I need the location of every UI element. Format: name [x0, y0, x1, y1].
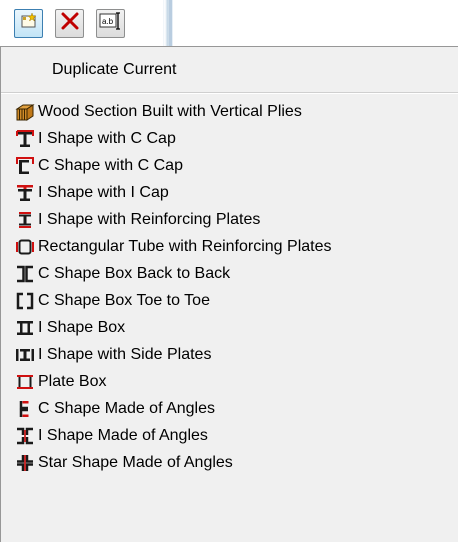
delete-x-icon	[60, 11, 80, 36]
rectangular-tube-icon	[15, 237, 35, 257]
menu-item-label: Rectangular Tube with Reinforcing Plates	[38, 238, 332, 255]
menu-item-label: I Shape with I Cap	[38, 184, 169, 201]
i-shape-reinforcing-plates-icon	[15, 210, 35, 230]
menu-item-label: Plate Box	[38, 373, 107, 390]
menu-item-label: I Shape with C Cap	[38, 130, 176, 147]
menu-item-label: I Shape Box	[38, 319, 126, 336]
wood-section-icon	[15, 102, 35, 122]
menu-item-c-box-toe-to-toe[interactable]: C Shape Box Toe to Toe	[1, 288, 458, 314]
menu-item-plate-box[interactable]: Plate Box	[1, 369, 458, 395]
i-shape-i-cap-icon	[15, 183, 35, 203]
menu-item-i-shape-side-plates[interactable]: I Shape with Side Plates	[1, 342, 458, 368]
rename-glyph: a.b	[102, 17, 114, 26]
menu-item-wood-section[interactable]: Wood Section Built with Vertical Plies	[1, 99, 458, 125]
i-shape-side-plates-icon	[15, 345, 35, 365]
c-box-toe-to-toe-icon	[15, 291, 35, 311]
i-shape-box-icon	[15, 318, 35, 338]
toolbar-separator-line	[169, 0, 172, 46]
menu-item-label: C Shape Box Back to Back	[38, 265, 231, 282]
menu-item-c-box-back-to-back[interactable]: C Shape Box Back to Back	[1, 261, 458, 287]
menu-item-label: I Shape with Side Plates	[38, 346, 212, 363]
toolbar: a.b	[0, 0, 458, 46]
menu-separator-highlight	[1, 93, 458, 94]
new-section-icon	[19, 12, 39, 35]
menu-item-star-shape-angles[interactable]: Star Shape Made of Angles	[1, 450, 458, 476]
rename-button[interactable]: a.b	[96, 9, 125, 38]
menu-item-label: I Shape Made of Angles	[38, 427, 208, 444]
c-box-back-to-back-icon	[15, 264, 35, 284]
menu-item-c-shape-angles[interactable]: C Shape Made of Angles	[1, 396, 458, 422]
menu-item-label: C Shape with C Cap	[38, 157, 183, 174]
new-section-button[interactable]	[14, 9, 43, 38]
plate-box-icon	[15, 372, 35, 392]
i-shape-c-cap-icon	[15, 129, 35, 149]
menu-item-label: C Shape Box Toe to Toe	[38, 292, 210, 309]
menu-item-label: I Shape with Reinforcing Plates	[38, 211, 261, 228]
delete-button[interactable]	[55, 9, 84, 38]
menu-item-i-shape-i-cap[interactable]: I Shape with I Cap	[1, 180, 458, 206]
menu-item-label: Wood Section Built with Vertical Plies	[38, 103, 302, 120]
rename-text-icon: a.b	[99, 11, 123, 36]
menu-item-duplicate-current[interactable]: Duplicate Current	[1, 55, 458, 85]
menu-item-label: Star Shape Made of Angles	[38, 454, 233, 471]
menu-item-label: C Shape Made of Angles	[38, 400, 216, 417]
menu-item-i-shape-box[interactable]: I Shape Box	[1, 315, 458, 341]
menu-item-c-shape-c-cap[interactable]: C Shape with C Cap	[1, 153, 458, 179]
menu-item-i-shape-c-cap[interactable]: I Shape with C Cap	[1, 126, 458, 152]
menu-item-i-shape-angles[interactable]: I Shape Made of Angles	[1, 423, 458, 449]
menu-item-rectangular-tube[interactable]: Rectangular Tube with Reinforcing Plates	[1, 234, 458, 260]
i-shape-angles-icon	[15, 426, 35, 446]
c-shape-c-cap-icon	[15, 156, 35, 176]
menu-item-label: Duplicate Current	[52, 61, 177, 78]
section-type-menu: Duplicate Current Wood Section Built wit…	[0, 46, 458, 542]
c-shape-angles-icon	[15, 399, 35, 419]
menu-item-i-shape-reinforcing-plates[interactable]: I Shape with Reinforcing Plates	[1, 207, 458, 233]
star-shape-angles-icon	[15, 453, 35, 473]
